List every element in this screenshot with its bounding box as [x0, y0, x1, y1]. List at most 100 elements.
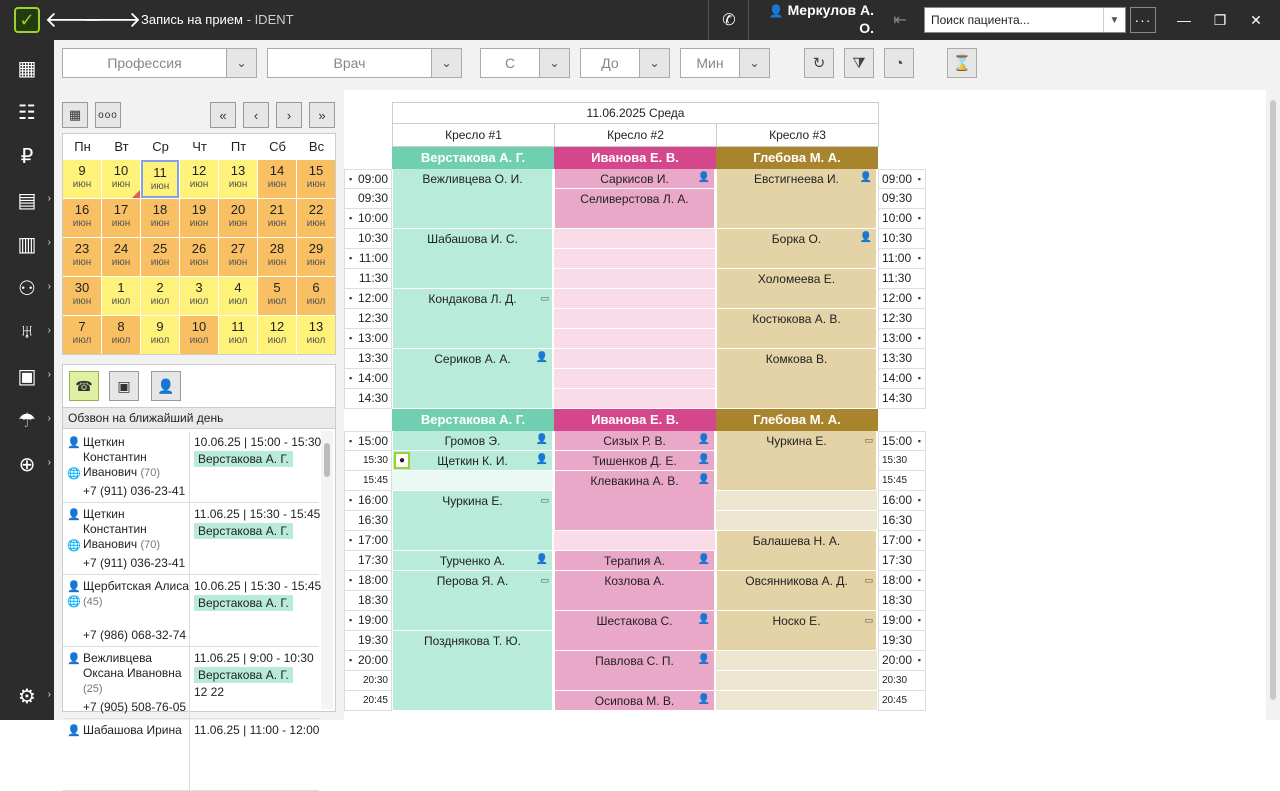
appointment-block[interactable]: Шабашова И. С. — [392, 229, 552, 288]
chevron-down-icon[interactable]: ⌄ — [739, 49, 769, 77]
time-to-select[interactable]: До ⌄ — [580, 48, 670, 78]
logout-icon[interactable]: ⇤ — [884, 6, 916, 34]
empty-slot[interactable] — [716, 691, 878, 711]
empty-slot[interactable] — [716, 671, 878, 691]
chevron-left-icon[interactable]: ‹ — [243, 102, 269, 128]
empty-slot[interactable] — [554, 309, 716, 329]
calendar-day[interactable]: 3 июл — [180, 277, 218, 315]
calculator-icon[interactable]: ▤ › — [0, 178, 54, 222]
doctor-select[interactable]: Врач ⌄ — [267, 48, 462, 78]
doctor-band[interactable]: Верстакова А. Г. — [392, 147, 554, 169]
calendar-day[interactable]: 12 июн — [180, 160, 218, 198]
calendar-day[interactable]: 5 июл — [258, 277, 296, 315]
calendar-day[interactable]: 7 июл — [63, 316, 101, 354]
doctor-band[interactable]: Иванова Е. В. — [554, 147, 716, 169]
appointment-block[interactable]: Вежливцева О. И. — [392, 169, 552, 228]
calendar-day[interactable]: 2 июл — [141, 277, 179, 315]
appointment-block[interactable]: Шестакова С. 👤 — [554, 611, 714, 650]
appointment-block[interactable]: Балашева Н. А. — [716, 531, 876, 570]
empty-slot[interactable] — [554, 249, 716, 269]
close-icon[interactable]: ✕ — [1244, 8, 1268, 32]
calendar-day[interactable]: 10 июн — [102, 160, 140, 198]
double-chevron-left-icon[interactable]: « — [210, 102, 236, 128]
calendar-day[interactable]: 11 июл — [219, 316, 257, 354]
empty-slot[interactable] — [554, 329, 716, 349]
empty-slot[interactable] — [554, 531, 716, 551]
doctor-band[interactable]: Глебова М. А. — [716, 409, 878, 431]
calendar-day[interactable]: 13 июн — [219, 160, 257, 198]
umbrella-icon[interactable]: ☂ › — [0, 398, 54, 442]
waiting-list-icon[interactable]: ⌛ — [947, 48, 977, 78]
calendar-day[interactable]: 6 июл — [297, 277, 335, 315]
call-list-item[interactable]: 👤 🌐 Щербитская Алиса (45) +7 (986) 068-32-7… — [63, 575, 321, 647]
appointment-block[interactable]: Осипова М. В. 👤 — [554, 691, 714, 710]
appointment-block[interactable]: Чуркина Е. ▭ — [392, 491, 552, 550]
empty-slot[interactable] — [554, 349, 716, 369]
appointment-block[interactable]: Перова Я. А. ▭ — [392, 571, 552, 630]
schedule-scrollbar[interactable] — [1266, 90, 1280, 720]
calendar-day[interactable]: 20 июн — [219, 199, 257, 237]
patient-search-input[interactable]: Поиск пациента... ▼ — [924, 7, 1126, 33]
call-list-item[interactable]: 👤 🌐 Щеткин Константин Иванович (70) +7 (911… — [63, 503, 320, 575]
appointment-block[interactable]: Кондакова Л. Д. ▭ — [392, 289, 552, 348]
appointment-block[interactable]: Носко Е. ▭ — [716, 611, 876, 650]
chevron-down-icon[interactable]: ⌄ — [226, 49, 256, 77]
call-list-scrollbar[interactable] — [321, 431, 333, 709]
calendar-day[interactable]: 24 июн — [102, 238, 140, 276]
calendar-day[interactable]: 23 июн — [63, 238, 101, 276]
patient-search-icon[interactable]: 👤 — [151, 371, 181, 401]
appointment-block[interactable]: Сизых Р. В. 👤 — [554, 431, 714, 450]
doctor-band[interactable]: Иванова Е. В. — [554, 409, 716, 431]
chevron-down-icon[interactable]: ⌄ — [639, 49, 669, 77]
calendar-day[interactable]: 1 июл — [102, 277, 140, 315]
empty-slot[interactable] — [554, 269, 716, 289]
lab-devices-icon[interactable]: ▣ › — [0, 354, 54, 398]
doctor-band[interactable]: Глебова М. А. — [716, 147, 878, 169]
list-check-icon[interactable]: ☷ — [0, 90, 54, 134]
appointment-block[interactable]: Тишенков Д. Е. 👤 — [554, 451, 714, 470]
payment-ruble-icon[interactable]: ⊕ › — [0, 442, 54, 486]
calendar-day[interactable]: 4 июл — [219, 277, 257, 315]
appointment-block[interactable]: Сериков А. А. 👤 — [392, 349, 552, 408]
chevron-down-icon[interactable]: ⌄ — [431, 49, 461, 77]
appointment-block[interactable]: Селиверстова Л. А. — [554, 189, 714, 228]
reports-chart-icon[interactable]: ▥ › — [0, 222, 54, 266]
appointment-block[interactable]: Саркисов И. 👤 — [554, 169, 714, 188]
doctor-band[interactable]: Верстакова А. Г. — [392, 409, 554, 431]
calendar-schedule-icon[interactable]: ▦ — [0, 46, 54, 90]
appointment-block[interactable]: Чуркина Е. ▭ — [716, 431, 876, 490]
min-duration-select[interactable]: Мин ⌄ — [680, 48, 770, 78]
forward-arrow-icon[interactable]: 🡒 — [83, 6, 142, 34]
chevron-down-icon[interactable]: ⌄ — [539, 49, 569, 77]
calendar-day[interactable]: 26 июн — [180, 238, 218, 276]
clear-filter-icon[interactable]: ⧩ — [844, 48, 874, 78]
calendar-day[interactable]: 30 июн — [63, 277, 101, 315]
more-menu-button[interactable]: ··· — [1130, 7, 1156, 33]
appointment-block[interactable]: Борка О. 👤 — [716, 229, 876, 268]
appointment-block[interactable]: Павлова С. П. 👤 — [554, 651, 714, 690]
calendar-day[interactable]: 8 июл — [102, 316, 140, 354]
appointment-block[interactable]: Громов Э. 👤 — [392, 431, 552, 450]
calendar-day[interactable]: 16 июн — [63, 199, 101, 237]
appointment-block[interactable]: Козлова А. — [554, 571, 714, 610]
call-list-item[interactable]: 👤 🌐 Щеткин Константин Иванович (70) +7 (911… — [63, 431, 321, 503]
calendar-day[interactable]: 27 июн — [219, 238, 257, 276]
refresh-icon[interactable]: ↻ — [804, 48, 834, 78]
gear-icon[interactable]: ⚙ › — [0, 674, 54, 718]
calendar-day[interactable]: 19 июн — [180, 199, 218, 237]
chevron-down-icon[interactable]: ▼ — [1103, 8, 1125, 32]
calendar-day[interactable]: 9 июн — [63, 160, 101, 198]
empty-slot[interactable] — [554, 229, 716, 249]
call-list-item[interactable]: 👤 Вежливцева Оксана Ивановна (25) +7 (905)… — [63, 647, 319, 719]
minimize-icon[interactable]: — — [1172, 8, 1196, 32]
calendar-day[interactable]: 9 июл — [141, 316, 179, 354]
empty-slot[interactable] — [716, 651, 878, 671]
appointment-block[interactable]: Щеткин К. И. 👤 ● — [392, 451, 552, 470]
calendar-day[interactable]: 10 июл — [180, 316, 218, 354]
today-calendar-icon[interactable]: ▦ — [62, 102, 88, 128]
profession-select[interactable]: Профессия ⌄ — [62, 48, 257, 78]
more-options-icon[interactable]: ooo — [95, 102, 121, 128]
appointment-block[interactable]: Позднякова Т. Ю. — [392, 631, 552, 710]
calendar-day[interactable]: 11 июн — [141, 160, 179, 198]
clock-add-icon[interactable]: ◔ — [884, 48, 914, 78]
